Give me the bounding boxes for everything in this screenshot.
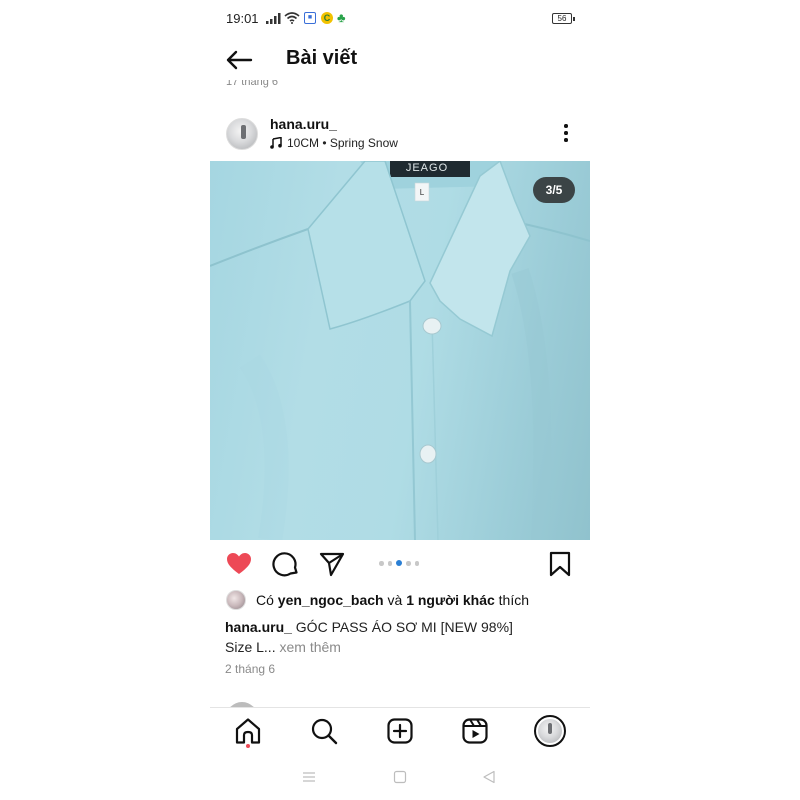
likes-others[interactable]: 1 người khác xyxy=(406,592,495,608)
carousel-dot xyxy=(379,561,384,566)
shirt-photo: JEAGO L xyxy=(210,161,590,540)
phone-screen: 19:01 ■ C ♣ 56 Bài viết 17 tháng 6 hana.… xyxy=(210,0,590,800)
carousel-dot xyxy=(387,561,392,566)
post-actions xyxy=(210,546,590,582)
likes-conj: và xyxy=(387,592,403,608)
battery-icon: 56 xyxy=(552,13,575,24)
reels-icon[interactable] xyxy=(460,716,490,746)
svg-text:JEAGO: JEAGO xyxy=(406,162,448,174)
bookmark-icon[interactable] xyxy=(546,550,574,578)
post-image[interactable]: JEAGO L xyxy=(210,161,590,540)
new-post-icon[interactable] xyxy=(385,716,415,746)
svg-text:L: L xyxy=(420,188,425,197)
share-icon[interactable] xyxy=(318,550,346,578)
heart-filled-icon[interactable] xyxy=(225,550,253,578)
see-more-link[interactable]: xem thêm xyxy=(279,639,340,655)
previous-post-date: 17 tháng 6 xyxy=(226,80,278,88)
likes-summary[interactable]: Có yen_ngoc_bach và 1 người khác thích xyxy=(226,590,529,610)
caption-username[interactable]: hana.uru_ xyxy=(225,619,292,635)
status-bar: 19:01 ■ C ♣ 56 xyxy=(226,10,576,28)
notification-app-icon: ■ xyxy=(304,12,316,24)
carousel-indicator xyxy=(379,560,419,567)
music-info[interactable]: 10CM • Spring Snow xyxy=(270,136,398,150)
post-header: hana.uru_ 10CM • Spring Snow xyxy=(210,112,590,158)
liker-username[interactable]: yen_ngoc_bach xyxy=(278,592,384,608)
arrow-left-icon[interactable] xyxy=(224,49,254,71)
back-triangle-icon[interactable] xyxy=(482,770,496,784)
likes-suffix: thích xyxy=(498,592,530,608)
caption-text: GÓC PASS ÁO SƠ MI [NEW 98%] xyxy=(295,619,513,635)
carousel-dot xyxy=(406,561,411,566)
search-icon[interactable] xyxy=(309,716,339,746)
page-title: Bài viết xyxy=(286,47,358,69)
home-icon[interactable] xyxy=(233,716,263,746)
wifi-icon xyxy=(284,12,300,24)
coin-app-icon: C xyxy=(321,12,333,24)
likes-prefix: Có xyxy=(256,592,274,608)
status-time: 19:01 xyxy=(226,11,259,26)
music-note-icon xyxy=(270,137,282,149)
post-date: 2 tháng 6 xyxy=(225,662,276,676)
menu-icon[interactable] xyxy=(302,770,316,784)
liker-avatar xyxy=(226,590,246,610)
comment-icon[interactable] xyxy=(272,550,300,578)
app-header: Bài viết xyxy=(210,40,590,80)
caption-text-line2: Size L... xyxy=(225,639,276,655)
image-counter: 3/5 xyxy=(533,177,575,203)
avatar[interactable] xyxy=(226,118,258,150)
more-options-icon[interactable] xyxy=(559,124,573,146)
signal-icon xyxy=(266,13,281,24)
bottom-nav xyxy=(210,707,590,757)
carousel-dot xyxy=(414,561,419,566)
profile-avatar[interactable] xyxy=(534,715,566,747)
carousel-dot-active xyxy=(396,560,402,567)
post-caption: hana.uru_ GÓC PASS ÁO SƠ MI [NEW 98%] Si… xyxy=(225,617,575,657)
home-square-icon[interactable] xyxy=(393,770,407,784)
system-nav-bar xyxy=(210,762,590,792)
music-label: 10CM • Spring Snow xyxy=(287,136,398,150)
game-app-icon: ♣ xyxy=(337,10,346,25)
post-username[interactable]: hana.uru_ xyxy=(270,116,337,132)
home-active-dot xyxy=(246,744,250,748)
